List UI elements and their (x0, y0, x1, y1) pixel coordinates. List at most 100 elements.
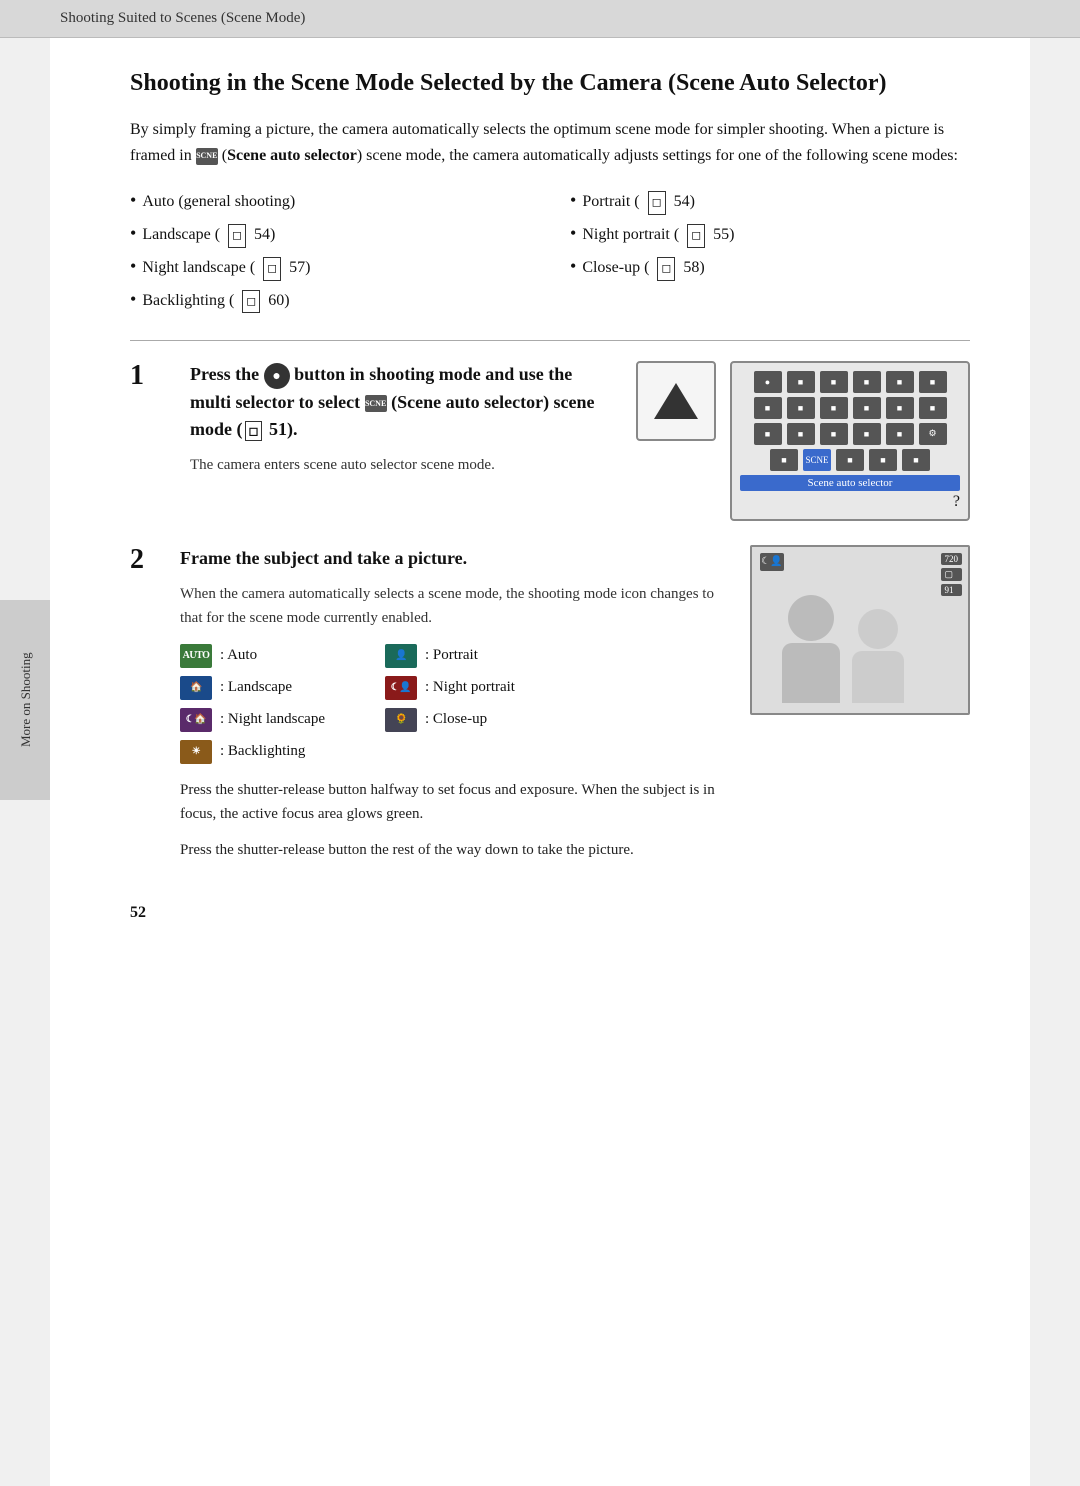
step-1-section: 1 Press the ● button in shooting mode an… (130, 361, 970, 521)
vf-badge-quality: ▢ (941, 568, 963, 581)
menu-icon-highlighted: SCNE (803, 449, 831, 471)
scene-auto-selector-label: Scene auto selector (227, 147, 357, 164)
portrait-icon: 👤 (385, 644, 417, 668)
step-2-title: Frame the subject and take a picture. (180, 545, 730, 572)
backlighting-icon: ☀ (180, 740, 212, 764)
bullet-item: Night portrait (◻ 55) (570, 217, 970, 250)
menu-icon-20: ■ (902, 449, 930, 471)
bullet-item: Backlighting (◻ 60) (130, 283, 530, 316)
close-up-label: : Close-up (425, 711, 487, 728)
bullet-list-right: Portrait (◻ 54) Night portrait (◻ 55) Cl… (570, 184, 970, 282)
menu-icon-7: ■ (787, 397, 815, 419)
icon-list-col-right: 👤 : Portrait ☾👤 : Night portrait 🌻 : Clo… (385, 644, 515, 764)
icon-backlighting: ☀ : Backlighting (180, 740, 325, 764)
step-2-image: ☾👤 720 ▢ 91 (750, 545, 970, 874)
header-text: Shooting Suited to Scenes (Scene Mode) (60, 10, 305, 26)
arrow-up-box (636, 361, 716, 441)
menu-icon-19: ■ (869, 449, 897, 471)
menu-icon-14: ■ (820, 423, 848, 445)
step-1-body: The camera enters scene auto selector sc… (190, 453, 606, 477)
menu-icon-gear: ⚙ (919, 423, 947, 445)
menu-icon-18: ■ (836, 449, 864, 471)
page-number: 52 (130, 894, 970, 922)
step-2-content: Frame the subject and take a picture. Wh… (180, 545, 730, 874)
help-icon: ? (740, 491, 960, 511)
icon-list-section: AUTO : Auto 🏠 : Landscape ☾🏠 : Night lan… (180, 644, 730, 764)
bullet-col-left: Auto (general shooting) Landscape (◻ 54)… (130, 184, 530, 315)
scene-selector-icon-step1: SCNE (365, 395, 387, 412)
viewfinder-box: ☾👤 720 ▢ 91 (750, 545, 970, 715)
menu-icon-4: ■ (886, 371, 914, 393)
night-portrait-icon: ☾👤 (385, 676, 417, 700)
intro-end: scene mode, the camera automatically adj… (366, 147, 958, 164)
person-1-head (788, 595, 834, 641)
step-2-section: 2 Frame the subject and take a picture. … (130, 545, 970, 874)
bullet-item: Portrait (◻ 54) (570, 184, 970, 217)
page-content: Shooting in the Scene Mode Selected by t… (50, 38, 1030, 1486)
bullet-item: Night landscape (◻ 57) (130, 250, 530, 283)
backlighting-label: : Backlighting (220, 743, 305, 760)
menu-icon-15: ■ (853, 423, 881, 445)
vf-mode-icon: ☾👤 (760, 553, 784, 571)
menu-icon-3: ■ (853, 371, 881, 393)
note-2: Press the shutter-release button the res… (180, 838, 730, 862)
menu-icon-16: ■ (886, 423, 914, 445)
bullet-item: Close-up (◻ 58) (570, 250, 970, 283)
icon-landscape: 🏠 : Landscape (180, 676, 325, 700)
menu-icon-5: ■ (919, 371, 947, 393)
bullet-columns: Auto (general shooting) Landscape (◻ 54)… (130, 184, 970, 315)
step-1-content: Press the ● button in shooting mode and … (190, 361, 606, 478)
scene-auto-label-step1: Scene auto selector (397, 392, 543, 412)
menu-icon-17: ■ (770, 449, 798, 471)
bullet-item: Auto (general shooting) (130, 184, 530, 217)
close-up-icon: 🌻 (385, 708, 417, 732)
night-portrait-label: : Night portrait (425, 679, 515, 696)
menu-icon-10: ■ (886, 397, 914, 419)
person-1-body (782, 643, 840, 703)
step-1-images: ● ■ ■ ■ ■ ■ ■ ■ ■ ■ ■ ■ ■ (636, 361, 970, 521)
landscape-icon: 🏠 (180, 676, 212, 700)
arrow-up-icon (654, 383, 698, 419)
menu-row-1: ● ■ ■ ■ ■ ■ (740, 371, 960, 393)
menu-icon-1: ■ (787, 371, 815, 393)
menu-icon-11: ■ (919, 397, 947, 419)
icon-night-portrait: ☾👤 : Night portrait (385, 676, 515, 700)
note-1: Press the shutter-release button halfway… (180, 778, 730, 826)
menu-icon-9: ■ (853, 397, 881, 419)
icon-list-col-left: AUTO : Auto 🏠 : Landscape ☾🏠 : Night lan… (180, 644, 325, 764)
person-2-figure (852, 609, 904, 703)
bullet-list-left: Auto (general shooting) Landscape (◻ 54)… (130, 184, 530, 315)
menu-row-4: ■ SCNE ■ ■ ■ (740, 449, 960, 471)
step-1-number: 1 (130, 361, 160, 392)
vf-badge-720: 720 (941, 553, 963, 565)
vf-right-icons: 720 ▢ 91 (941, 553, 963, 596)
menu-icon-12: ■ (754, 423, 782, 445)
camera-button-icon: ● (264, 363, 290, 389)
icon-portrait: 👤 : Portrait (385, 644, 515, 668)
menu-icon-6: ■ (754, 397, 782, 419)
night-landscape-label: : Night landscape (220, 711, 325, 728)
icon-night-landscape: ☾🏠 : Night landscape (180, 708, 325, 732)
camera-menu-box: ● ■ ■ ■ ■ ■ ■ ■ ■ ■ ■ ■ ■ (730, 361, 970, 521)
icon-auto: AUTO : Auto (180, 644, 325, 668)
side-tab: More on Shooting (0, 600, 52, 800)
intro-paragraph: By simply framing a picture, the camera … (130, 117, 970, 168)
menu-row-3: ■ ■ ■ ■ ■ ⚙ (740, 423, 960, 445)
menu-row-2: ■ ■ ■ ■ ■ ■ (740, 397, 960, 419)
auto-label: : Auto (220, 647, 257, 664)
bullet-col-right: Portrait (◻ 54) Night portrait (◻ 55) Cl… (570, 184, 970, 315)
step-1-title: Press the ● button in shooting mode and … (190, 361, 606, 444)
menu-icon-camera: ● (754, 371, 782, 393)
landscape-label: : Landscape (220, 679, 292, 696)
section-divider (130, 340, 970, 341)
page-header: Shooting Suited to Scenes (Scene Mode) (0, 0, 1080, 38)
vf-badge-shots: 91 (941, 584, 963, 596)
menu-icon-13: ■ (787, 423, 815, 445)
bullet-item: Landscape (◻ 54) (130, 217, 530, 250)
scene-auto-selector-icon: SCNE (196, 148, 218, 165)
icon-list-cols: AUTO : Auto 🏠 : Landscape ☾🏠 : Night lan… (180, 644, 730, 764)
portrait-label: : Portrait (425, 647, 478, 664)
night-landscape-icon: ☾🏠 (180, 708, 212, 732)
person-2-head (858, 609, 898, 649)
camera-menu-label: Scene auto selector (740, 475, 960, 491)
